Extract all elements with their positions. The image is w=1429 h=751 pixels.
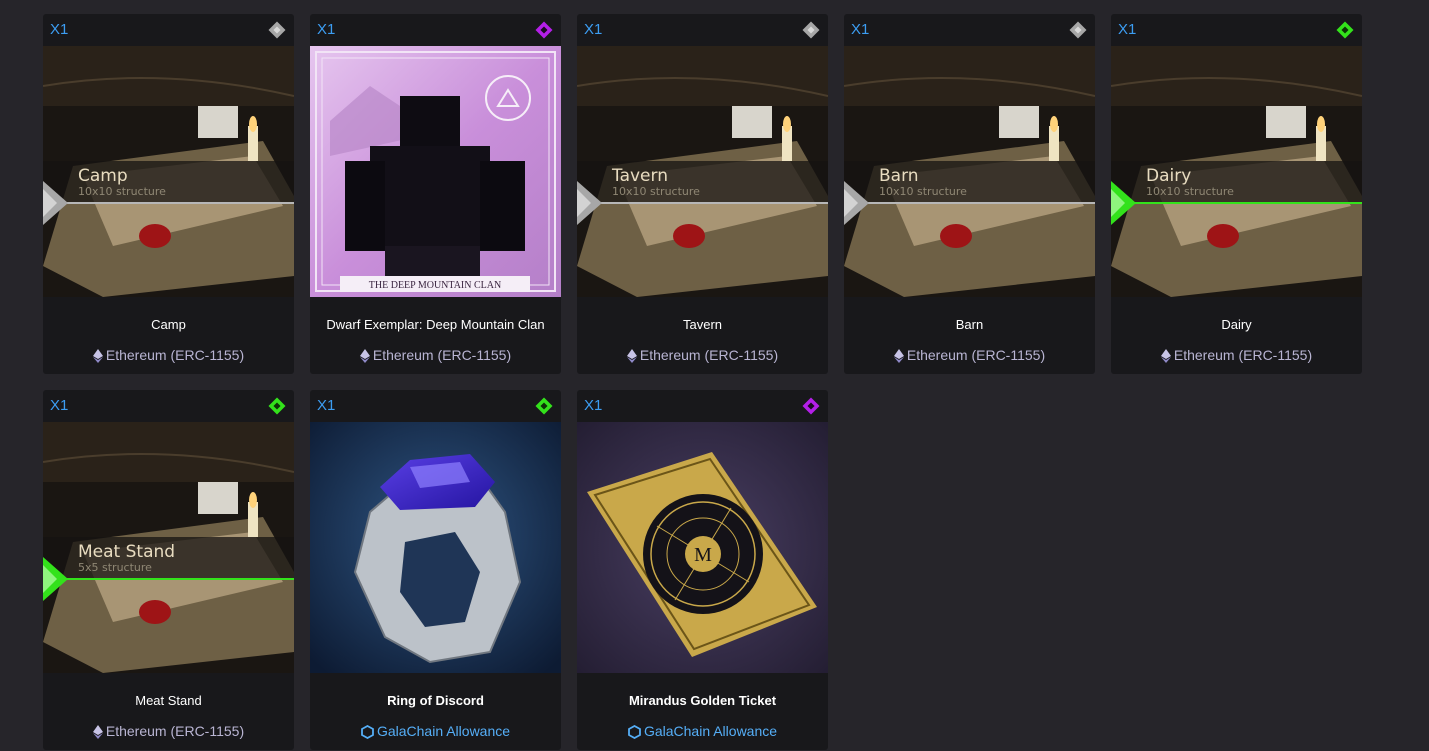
chain-label: Ethereum (ERC-1155) bbox=[43, 347, 294, 363]
card-header: X1 bbox=[577, 14, 828, 46]
item-name: Barn bbox=[955, 316, 984, 332]
svg-text:THE DEEP MOUNTAIN CLAN: THE DEEP MOUNTAIN CLAN bbox=[369, 280, 501, 291]
item-name: Tavern bbox=[682, 316, 723, 332]
diamond-rarity-icon bbox=[1069, 21, 1087, 39]
diamond-rarity-icon bbox=[268, 21, 286, 39]
diamond-rarity-icon bbox=[535, 397, 553, 415]
chain-label: GalaChain Allowance bbox=[310, 723, 561, 739]
item-card-ring-of-discord[interactable]: X1 Ring of Discord GalaChain Allowance bbox=[310, 390, 561, 750]
svg-text:5x5 structure: 5x5 structure bbox=[78, 561, 152, 574]
quantity-label: X1 bbox=[1118, 21, 1137, 38]
quantity-label: X1 bbox=[317, 21, 336, 38]
item-card-mirandus-golden-ticket[interactable]: X1 M Mirandus Golden Ticket GalaChain Al… bbox=[577, 390, 828, 750]
item-card-meat-stand[interactable]: X1 Meat Stand 5x5 structure Meat Stand E… bbox=[43, 390, 294, 750]
svg-text:Camp: Camp bbox=[78, 166, 128, 186]
svg-text:10x10 structure: 10x10 structure bbox=[879, 185, 967, 198]
galachain-hexagon-icon bbox=[628, 725, 641, 739]
svg-text:Dairy: Dairy bbox=[1146, 166, 1191, 186]
svg-text:10x10 structure: 10x10 structure bbox=[78, 185, 166, 198]
ethereum-icon bbox=[92, 349, 103, 363]
svg-text:Tavern: Tavern bbox=[611, 166, 668, 186]
item-image: Meat Stand 5x5 structure bbox=[43, 422, 294, 673]
item-name: Dwarf Exemplar: Deep Mountain Clan bbox=[326, 316, 545, 332]
chain-label: GalaChain Allowance bbox=[577, 723, 828, 739]
item-image: Dairy 10x10 structure bbox=[1111, 46, 1362, 297]
ethereum-icon bbox=[1160, 349, 1171, 363]
card-header: X1 bbox=[43, 14, 294, 46]
item-name: Ring of Discord bbox=[387, 692, 484, 708]
item-card-dairy[interactable]: X1 Dairy 10x10 structure Dairy Ethereum … bbox=[1111, 14, 1362, 374]
item-image: Camp 10x10 structure bbox=[43, 46, 294, 297]
svg-text:M: M bbox=[694, 544, 712, 566]
quantity-label: X1 bbox=[584, 397, 603, 414]
diamond-rarity-icon bbox=[802, 21, 820, 39]
item-image: Barn 10x10 structure bbox=[844, 46, 1095, 297]
quantity-label: X1 bbox=[50, 21, 69, 38]
item-name: Dairy bbox=[1221, 316, 1252, 332]
svg-text:Barn: Barn bbox=[879, 166, 919, 186]
item-name: Meat Stand bbox=[135, 692, 202, 708]
chain-label: Ethereum (ERC-1155) bbox=[310, 347, 561, 363]
ethereum-icon bbox=[893, 349, 904, 363]
card-header: X1 bbox=[43, 390, 294, 422]
diamond-rarity-icon bbox=[802, 397, 820, 415]
ethereum-icon bbox=[359, 349, 370, 363]
chain-label: Ethereum (ERC-1155) bbox=[577, 347, 828, 363]
ethereum-icon bbox=[626, 349, 637, 363]
quantity-label: X1 bbox=[50, 397, 69, 414]
item-card-camp[interactable]: X1 Camp 10x10 structure Camp Ethereum (E… bbox=[43, 14, 294, 374]
quantity-label: X1 bbox=[317, 397, 336, 414]
card-header: X1 bbox=[1111, 14, 1362, 46]
chain-label: Ethereum (ERC-1155) bbox=[1111, 347, 1362, 363]
item-name: Camp bbox=[151, 316, 186, 332]
item-image bbox=[310, 422, 561, 673]
item-image: THE DEEP MOUNTAIN CLAN bbox=[310, 46, 561, 297]
card-header: X1 bbox=[577, 390, 828, 422]
svg-text:10x10 structure: 10x10 structure bbox=[1146, 185, 1234, 198]
diamond-rarity-icon bbox=[268, 397, 286, 415]
quantity-label: X1 bbox=[584, 21, 603, 38]
svg-text:Meat Stand: Meat Stand bbox=[78, 542, 175, 562]
item-card-barn[interactable]: X1 Barn 10x10 structure Barn Ethereum (E… bbox=[844, 14, 1095, 374]
card-header: X1 bbox=[310, 390, 561, 422]
item-image: M bbox=[577, 422, 828, 673]
diamond-rarity-icon bbox=[535, 21, 553, 39]
galachain-hexagon-icon bbox=[361, 725, 374, 739]
quantity-label: X1 bbox=[851, 21, 870, 38]
chain-label: Ethereum (ERC-1155) bbox=[43, 723, 294, 739]
item-image: Tavern 10x10 structure bbox=[577, 46, 828, 297]
item-card-dwarf-exemplar[interactable]: X1 THE DEEP MOUNTAIN CLAN Dwarf Exemplar… bbox=[310, 14, 561, 374]
card-header: X1 bbox=[844, 14, 1095, 46]
chain-label: Ethereum (ERC-1155) bbox=[844, 347, 1095, 363]
svg-text:10x10 structure: 10x10 structure bbox=[612, 185, 700, 198]
item-card-tavern[interactable]: X1 Tavern 10x10 structure Tavern Ethereu… bbox=[577, 14, 828, 374]
ethereum-icon bbox=[92, 725, 103, 739]
diamond-rarity-icon bbox=[1336, 21, 1354, 39]
item-name: Mirandus Golden Ticket bbox=[628, 692, 777, 708]
card-header: X1 bbox=[310, 14, 561, 46]
